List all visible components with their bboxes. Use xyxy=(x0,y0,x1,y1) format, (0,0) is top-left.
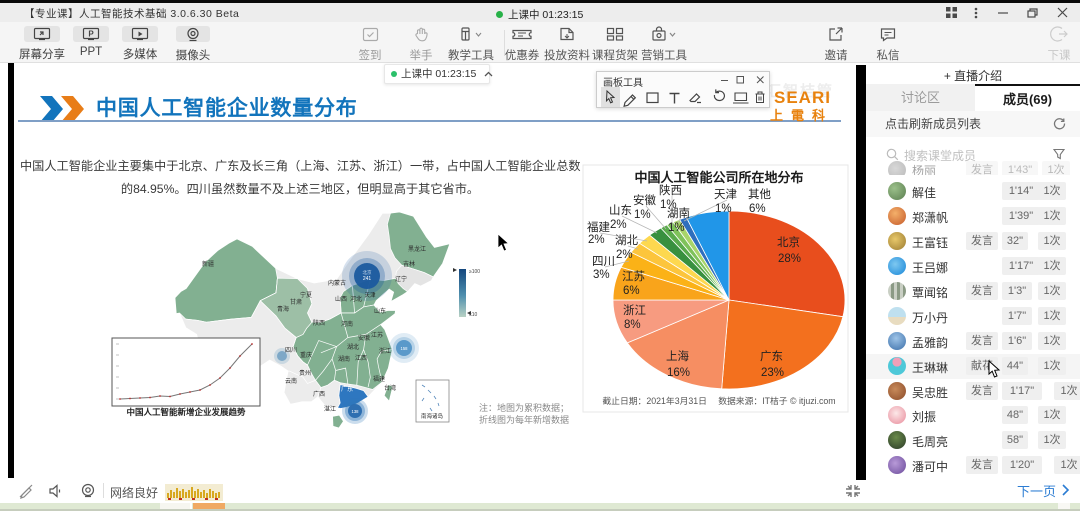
svg-text:山西: 山西 xyxy=(335,295,347,303)
svg-text:广西: 广西 xyxy=(313,390,325,398)
svg-text:中国人工智能新增企业发展趋势: 中国人工智能新增企业发展趋势 xyxy=(126,407,246,417)
svg-text:23%: 23% xyxy=(761,367,784,379)
svg-text:南海诸岛: 南海诸岛 xyxy=(421,412,444,420)
svg-text:浙江: 浙江 xyxy=(379,347,391,355)
svg-text:宁夏: 宁夏 xyxy=(300,291,312,299)
svg-text:湖南: 湖南 xyxy=(667,206,690,220)
svg-text:其他: 其他 xyxy=(748,188,771,201)
svg-text:台湾: 台湾 xyxy=(384,384,396,392)
svg-text:广东: 广东 xyxy=(760,350,783,363)
svg-text:江苏: 江苏 xyxy=(371,331,383,339)
svg-text:黑龙江: 黑龙江 xyxy=(408,245,426,253)
svg-text:北京: 北京 xyxy=(363,269,372,276)
svg-text:158: 158 xyxy=(401,346,409,351)
svg-text:甘肃: 甘肃 xyxy=(290,298,302,306)
svg-text:6%: 6% xyxy=(749,203,766,215)
svg-text:6%: 6% xyxy=(623,285,640,297)
svg-text:天津: 天津 xyxy=(364,292,376,299)
svg-text:湖南: 湖南 xyxy=(338,355,350,363)
svg-text:北京: 北京 xyxy=(777,235,800,249)
svg-text:广东: 广东 xyxy=(341,385,353,393)
svg-text:湖北: 湖北 xyxy=(347,343,359,351)
svg-text:江苏: 江苏 xyxy=(622,270,645,283)
svg-text:内蒙古: 内蒙古 xyxy=(328,279,346,287)
svg-text:贵州: 贵州 xyxy=(299,369,311,377)
svg-text:中国人工智能公司所在地分布: 中国人工智能公司所在地分布 xyxy=(634,170,803,185)
svg-text:8%: 8% xyxy=(624,319,641,331)
svg-text:四川: 四川 xyxy=(592,255,615,268)
svg-text:湖北: 湖北 xyxy=(615,233,638,247)
svg-text:≤10: ≤10 xyxy=(469,312,478,318)
svg-text:1%: 1% xyxy=(634,209,651,221)
svg-text:湛江: 湛江 xyxy=(324,406,336,413)
svg-text:P: P xyxy=(88,30,94,39)
svg-text:福建: 福建 xyxy=(587,220,610,234)
svg-text:云南: 云南 xyxy=(285,377,297,385)
svg-text:1%: 1% xyxy=(668,222,685,234)
svg-text:安徽: 安徽 xyxy=(358,334,370,342)
svg-text:16%: 16% xyxy=(667,367,690,379)
svg-text:重庆: 重庆 xyxy=(300,351,312,359)
svg-text:2%: 2% xyxy=(616,249,633,261)
svg-text:辽宁: 辽宁 xyxy=(395,275,407,283)
svg-text:2%: 2% xyxy=(610,219,627,231)
svg-text:折线图为每年新增数据: 折线图为每年新增数据 xyxy=(479,414,569,425)
svg-text:河北: 河北 xyxy=(350,295,362,303)
svg-text:138: 138 xyxy=(352,409,360,414)
svg-text:上海: 上海 xyxy=(666,349,689,363)
svg-text:注：地图为累积数据；: 注：地图为累积数据； xyxy=(479,402,569,413)
svg-text:3%: 3% xyxy=(593,269,610,281)
svg-text:28%: 28% xyxy=(778,253,801,265)
svg-text:河南: 河南 xyxy=(341,320,353,328)
svg-text:福建: 福建 xyxy=(373,375,385,383)
svg-text:安徽: 安徽 xyxy=(633,193,656,207)
svg-text:吉林: 吉林 xyxy=(403,260,415,268)
svg-text:浙江: 浙江 xyxy=(623,304,646,317)
svg-text:江西: 江西 xyxy=(355,355,367,362)
svg-text:天津: 天津 xyxy=(714,188,737,201)
svg-text:山东: 山东 xyxy=(609,204,632,217)
svg-text:四川: 四川 xyxy=(285,347,297,354)
svg-text:陕西: 陕西 xyxy=(313,319,325,327)
svg-text:截止日期：2021年3月31日 数据来源：IT桔子 © i: 截止日期：2021年3月31日 数据来源：IT桔子 © itjuzi.com xyxy=(602,395,835,406)
svg-text:2%: 2% xyxy=(588,234,605,246)
svg-text:≥100: ≥100 xyxy=(469,269,480,275)
svg-text:241: 241 xyxy=(363,276,372,282)
svg-text:1%: 1% xyxy=(715,203,732,215)
svg-text:陕西: 陕西 xyxy=(659,183,682,197)
svg-text:新疆: 新疆 xyxy=(202,260,214,268)
svg-text:青海: 青海 xyxy=(277,305,289,313)
svg-text:山东: 山东 xyxy=(374,307,386,315)
